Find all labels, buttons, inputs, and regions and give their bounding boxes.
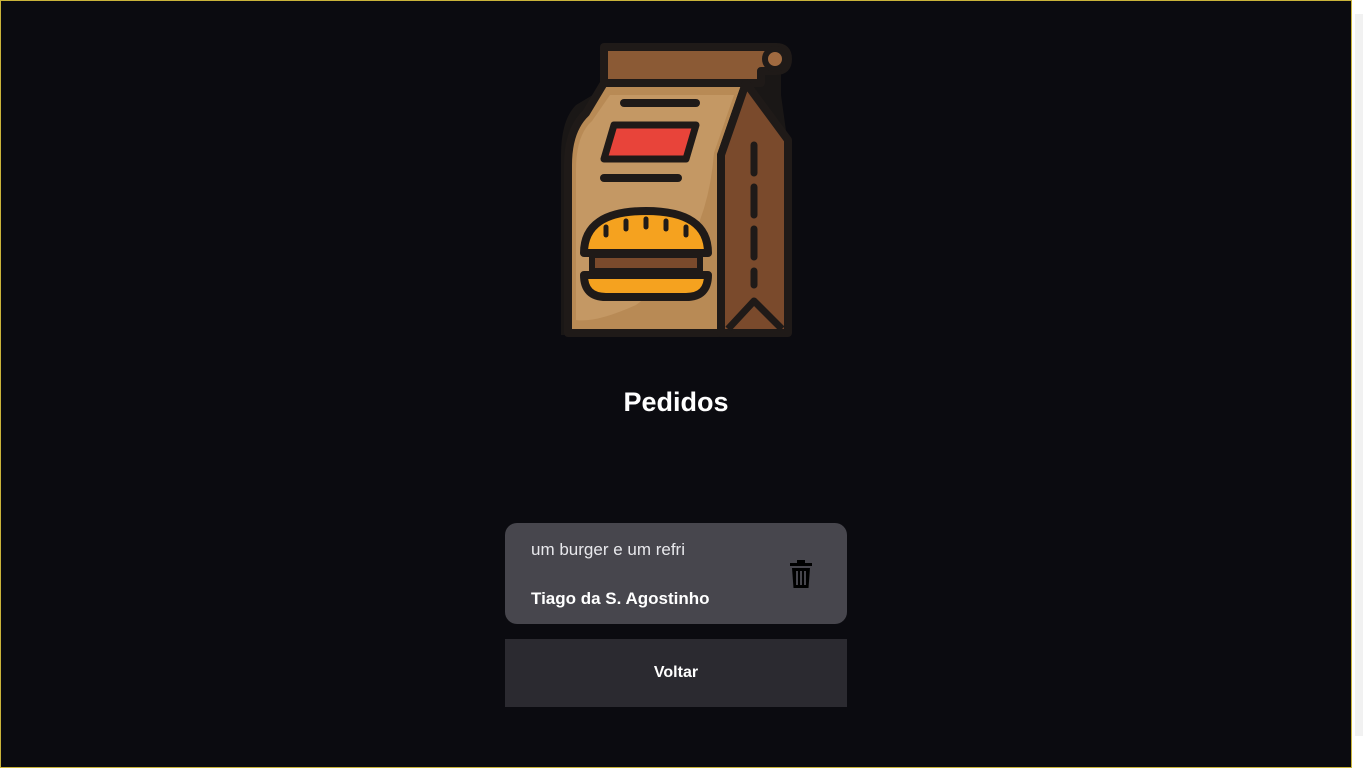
app-window: Pedidos um burger e um refri Tiago da S.… bbox=[0, 0, 1352, 768]
back-button[interactable]: Voltar bbox=[505, 639, 847, 707]
order-card: um burger e um refri Tiago da S. Agostin… bbox=[505, 523, 847, 624]
burger-bag-icon bbox=[561, 43, 792, 337]
scrollbar-thumb[interactable] bbox=[1355, 14, 1363, 736]
delete-order-button[interactable] bbox=[785, 557, 817, 591]
vertical-scrollbar[interactable] bbox=[1352, 0, 1366, 768]
order-description: um burger e um refri bbox=[531, 540, 685, 559]
page-title: Pedidos bbox=[623, 387, 729, 417]
order-customer-name: Tiago da S. Agostinho bbox=[531, 589, 710, 608]
trash-icon bbox=[790, 560, 812, 588]
